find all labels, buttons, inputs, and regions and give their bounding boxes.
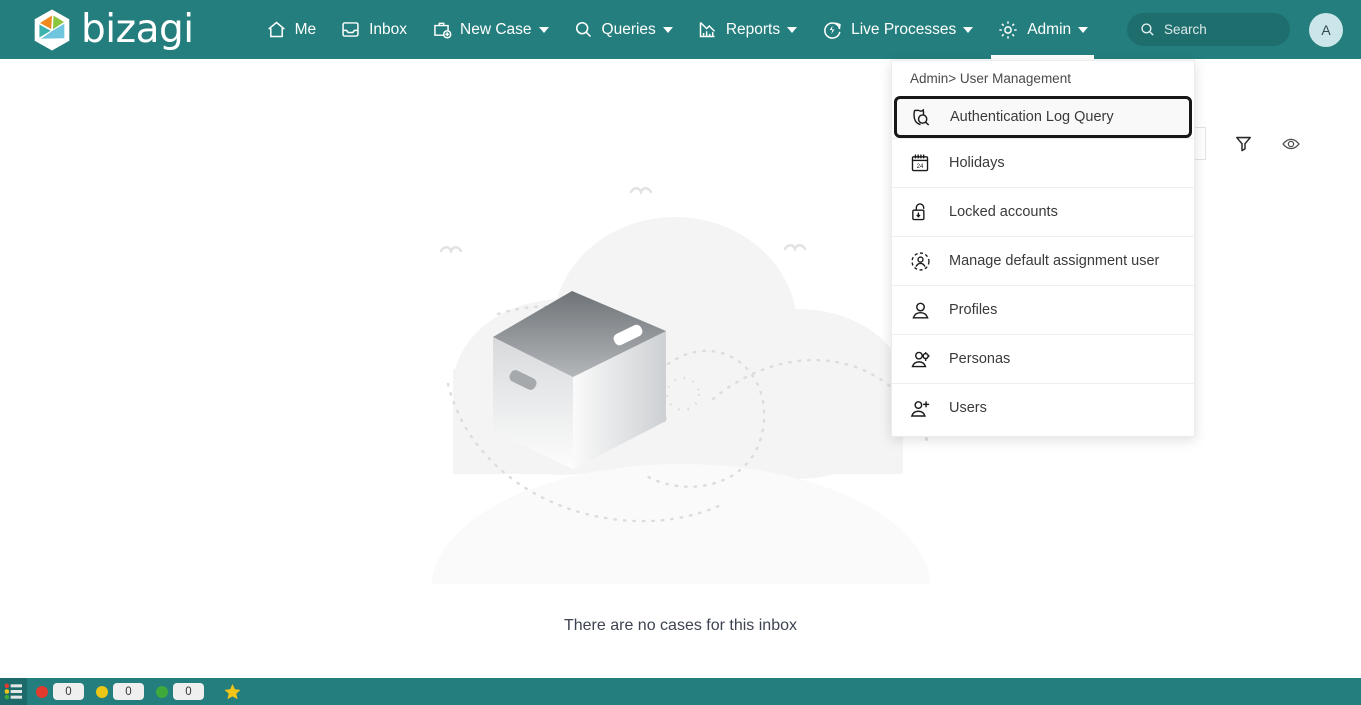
nav-item-live-processes[interactable]: Live Processes (809, 0, 985, 59)
unlocked-padlock-icon (907, 199, 933, 225)
menu-item-users[interactable]: Users (892, 383, 1194, 432)
brand-name: bizagi (81, 7, 194, 52)
nav-item-new-case[interactable]: New Case (419, 0, 561, 59)
status-count: 0 (173, 683, 204, 700)
avatar-initial: A (1321, 21, 1331, 38)
chevron-down-icon (662, 26, 673, 33)
bizagi-hexagon-logo-icon (32, 8, 72, 52)
task-list-icon[interactable] (0, 678, 27, 705)
empty-state-message: There are no cases for this inbox (563, 617, 797, 634)
status-badge[interactable]: 0 (36, 683, 84, 700)
nav-item-admin[interactable]: Admin (985, 0, 1100, 59)
menu-item-label: Profiles (949, 302, 998, 318)
main-navigation: Me Inbox New Case Queries Reports Live P… (254, 0, 1101, 59)
status-count: 0 (53, 683, 84, 700)
status-dot-yellow (96, 685, 108, 698)
new-case-icon (431, 19, 452, 40)
filter-icon[interactable] (1234, 134, 1253, 153)
status-bar: 0 0 0 (0, 678, 1361, 705)
home-icon (266, 19, 287, 40)
nav-label-inbox: Inbox (369, 20, 408, 38)
shield-search-icon (908, 104, 934, 130)
menu-item-label: Users (949, 400, 987, 416)
nav-label-queries: Queries (601, 20, 656, 38)
search-icon (573, 19, 594, 40)
app-root: bizagi Me Inbox New Case Queries Reports… (0, 0, 1361, 705)
user-add-icon (907, 395, 933, 421)
menu-item-manage-default-assignment-user[interactable]: Manage default assignment user (892, 236, 1194, 285)
chevron-down-icon (963, 26, 974, 33)
search-icon (1139, 21, 1156, 38)
menu-item-label: Holidays (949, 155, 1005, 171)
menu-item-authentication-log-query[interactable]: Authentication Log Query (894, 96, 1192, 138)
nav-label-me: Me (294, 20, 317, 38)
nav-label-new-case: New Case (460, 20, 532, 38)
nav-label-reports: Reports (725, 20, 781, 38)
menu-item-label: Authentication Log Query (950, 109, 1114, 125)
nav-label-live-processes: Live Processes (851, 20, 957, 38)
nav-label-admin: Admin (1027, 20, 1072, 38)
live-processes-icon (821, 19, 843, 41)
menu-item-label: Personas (949, 351, 1011, 367)
menu-item-label: Manage default assignment user (949, 253, 1160, 269)
search-input[interactable]: Search (1127, 13, 1290, 46)
menu-item-profiles[interactable]: Profiles (892, 285, 1194, 334)
star-icon[interactable] (223, 682, 242, 701)
breadcrumb: Admin> User Management (910, 71, 1071, 86)
status-count: 0 (113, 683, 144, 700)
menu-item-personas[interactable]: Personas (892, 334, 1194, 383)
calendar-icon: 24 (907, 150, 933, 176)
menu-item-locked-accounts[interactable]: Locked accounts (892, 187, 1194, 236)
reports-chart-icon (697, 19, 718, 40)
svg-text:24: 24 (917, 164, 924, 170)
chevron-down-icon (1078, 26, 1089, 33)
gear-icon (997, 19, 1019, 41)
chevron-down-icon (538, 26, 549, 33)
brand-logo[interactable]: bizagi (32, 8, 194, 52)
menu-item-label: Locked accounts (949, 204, 1058, 220)
nav-item-queries[interactable]: Queries (561, 0, 685, 59)
empty-box-clouds-illustration (413, 159, 948, 705)
eye-icon[interactable] (1281, 134, 1301, 154)
admin-user-management-menu: Admin> User Management Authentication Lo… (891, 60, 1195, 437)
nav-item-me[interactable]: Me (254, 0, 329, 59)
inbox-icon (340, 19, 361, 40)
status-badge[interactable]: 0 (96, 683, 144, 700)
status-badge[interactable]: 0 (156, 683, 204, 700)
nav-item-reports[interactable]: Reports (685, 0, 809, 59)
user-icon (907, 297, 933, 323)
user-gear-icon (907, 346, 933, 372)
menu-item-holidays[interactable]: 24 Holidays (892, 138, 1194, 187)
top-header-bar: bizagi Me Inbox New Case Queries Reports… (0, 0, 1361, 59)
search-placeholder: Search (1164, 22, 1207, 37)
status-badges: 0 0 0 (36, 683, 204, 700)
avatar[interactable]: A (1309, 12, 1343, 47)
status-dot-green (156, 685, 168, 698)
status-dot-red (36, 685, 48, 698)
chevron-down-icon (787, 26, 798, 33)
user-circle-dashed-icon (907, 248, 933, 274)
header-right-group: Search A (1127, 0, 1343, 59)
nav-item-inbox[interactable]: Inbox (328, 0, 419, 59)
